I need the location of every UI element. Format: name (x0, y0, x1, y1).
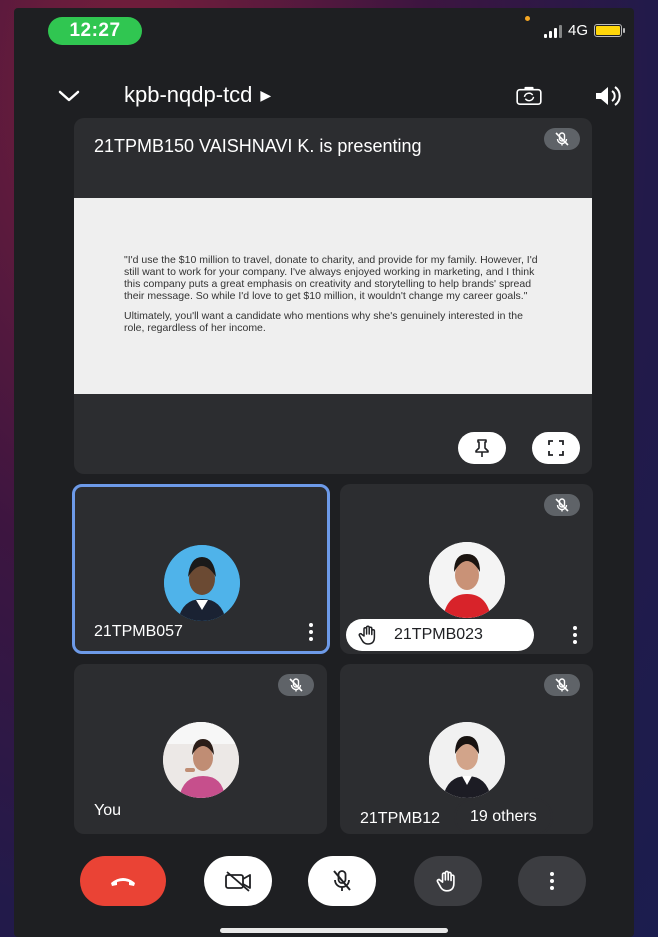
more-vert-icon (550, 872, 554, 890)
raise-hand-icon (436, 870, 455, 892)
signal-icon (543, 24, 562, 38)
participant-name: 21TPMB12 (360, 810, 441, 827)
slide-text: "I'd use the $10 million to travel, dona… (124, 254, 538, 302)
shared-slide: "I'd use the $10 million to travel, dona… (74, 198, 592, 394)
raise-hand-icon (358, 625, 376, 645)
meeting-info-button[interactable]: kpb-nqdp-tcd ▶ (124, 82, 271, 108)
others-count-badge[interactable]: 19 others (456, 800, 551, 834)
participant-tile[interactable]: 21TPMB023 (340, 484, 593, 654)
raised-hand-badge: 21TPMB023 (346, 619, 534, 651)
participant-tile[interactable]: 21TPMB12 19 others (340, 664, 593, 834)
avatar (164, 545, 240, 621)
mic-off-icon (278, 674, 314, 696)
video-off-icon (225, 871, 251, 892)
end-call-button[interactable] (80, 856, 166, 906)
participant-tile[interactable]: 21TPMB057 (72, 484, 330, 654)
mic-off-icon (333, 870, 351, 891)
chevron-down-icon[interactable] (56, 84, 82, 108)
clock-time: 12:27 (69, 20, 121, 41)
clock-pill: 12:27 (48, 17, 142, 45)
avatar (429, 722, 505, 798)
more-options-button[interactable] (518, 856, 586, 906)
camera-toggle-button[interactable] (204, 856, 272, 906)
mic-toggle-button[interactable] (308, 856, 376, 906)
more-vert-icon[interactable] (573, 626, 577, 644)
more-vert-icon[interactable] (309, 623, 313, 641)
presentation-tile[interactable]: 21TPMB150 VAISHNAVI K. is presenting "I'… (74, 118, 592, 474)
slide-text: Ultimately, you'll want a candidate who … (124, 310, 523, 334)
meet-screen: 12:27 4G kpb-nqdp-tcd ▶ 21TPMB150 VAISHN… (14, 8, 634, 937)
home-indicator (220, 928, 448, 933)
mic-off-icon (544, 494, 580, 516)
privacy-indicator (525, 16, 530, 21)
call-header: kpb-nqdp-tcd ▶ (14, 78, 634, 114)
speaker-icon[interactable] (594, 84, 622, 108)
mic-off-icon (544, 674, 580, 696)
raise-hand-button[interactable] (414, 856, 482, 906)
presenter-label: 21TPMB150 VAISHNAVI K. is presenting (94, 136, 422, 156)
mic-off-icon (544, 128, 580, 150)
fullscreen-button[interactable] (532, 432, 580, 464)
pin-button[interactable] (458, 432, 506, 464)
participant-tile[interactable]: You (74, 664, 327, 834)
pin-icon (475, 439, 489, 457)
status-indicators: 4G (543, 22, 625, 39)
avatar (163, 722, 239, 798)
fullscreen-icon (548, 440, 564, 456)
network-type: 4G (567, 22, 588, 39)
camera-switch-icon[interactable] (514, 86, 544, 106)
participant-name: 21TPMB023 (394, 626, 483, 643)
avatar (429, 542, 505, 618)
participant-name: You (94, 802, 121, 819)
meeting-code: kpb-nqdp-tcd (124, 82, 253, 107)
participant-name: 21TPMB057 (94, 623, 183, 640)
battery-icon (594, 24, 625, 37)
caret-right-icon: ▶ (260, 86, 272, 103)
others-count: 19 others (470, 808, 537, 825)
end-call-icon (111, 878, 135, 886)
